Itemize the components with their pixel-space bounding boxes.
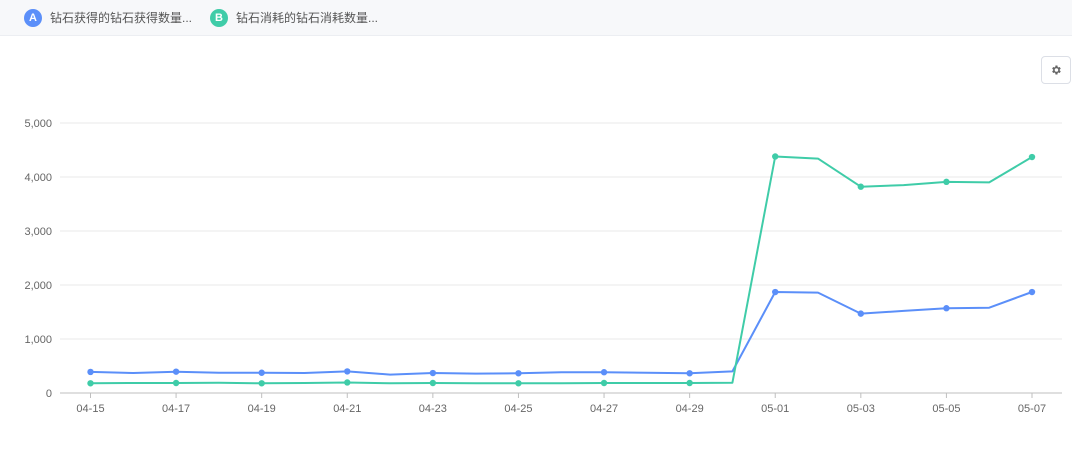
- data-point: [857, 183, 865, 190]
- data-point: [943, 178, 950, 186]
- y-tick-label: 2,000: [24, 280, 52, 292]
- x-tick-label: 04-19: [248, 403, 276, 415]
- line-chart: 0 1,000 2,000 3,000 4,000 5,000 04-15 04-17 04-1…: [24, 118, 1062, 415]
- data-point: [515, 370, 522, 377]
- y-tick-label: 0: [46, 388, 52, 400]
- x-tick-label: 05-01: [761, 403, 789, 415]
- y-tick-label: 1,000: [24, 334, 52, 346]
- data-point: [772, 153, 779, 160]
- data-point: [943, 305, 950, 312]
- x-tick-label: 04-27: [590, 403, 618, 415]
- x-tick-label: 04-17: [162, 403, 190, 415]
- data-point: [172, 368, 180, 375]
- data-point: [600, 369, 608, 376]
- x-tick-label: 04-23: [419, 403, 447, 415]
- data-point: [258, 369, 265, 376]
- series-line-b: [90, 155, 1033, 385]
- x-tick-label: 04-15: [76, 403, 104, 415]
- data-point: [686, 379, 693, 387]
- y-tick-label: 3,000: [24, 226, 52, 238]
- x-tick-label: 05-07: [1018, 403, 1046, 415]
- x-tick-label: 04-29: [676, 403, 704, 415]
- data-point: [172, 379, 180, 387]
- data-point: [600, 379, 608, 387]
- data-point: [429, 369, 437, 377]
- data-point: [1028, 288, 1036, 296]
- x-tick-label: 04-25: [504, 403, 532, 415]
- y-tick-label: 5,000: [24, 118, 52, 130]
- y-tick-label: 4,000: [24, 172, 52, 184]
- data-point: [515, 380, 522, 387]
- x-tick-label: 05-03: [847, 403, 875, 415]
- series-line-a: [90, 291, 1033, 376]
- data-point: [344, 379, 351, 386]
- x-tick-label: 05-05: [932, 403, 960, 415]
- data-point: [686, 370, 693, 377]
- x-tick-label: 04-21: [333, 403, 361, 415]
- data-point: [87, 380, 94, 387]
- data-point: [258, 380, 265, 387]
- data-point: [1028, 153, 1036, 161]
- data-point: [857, 310, 865, 317]
- data-point: [772, 288, 779, 296]
- data-point: [429, 379, 437, 387]
- data-point: [87, 368, 94, 376]
- data-point: [344, 368, 351, 375]
